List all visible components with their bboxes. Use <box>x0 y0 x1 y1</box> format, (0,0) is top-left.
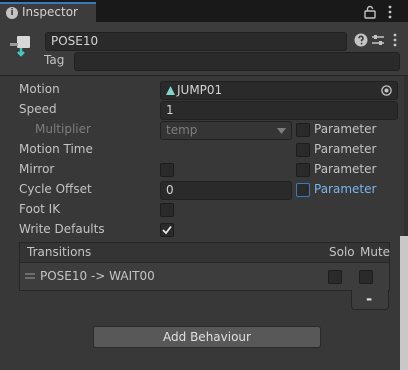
speed-label: Speed <box>19 102 57 116</box>
multiplier-parameter-label: Parameter <box>314 122 377 136</box>
foot-ik-label: Foot IK <box>19 202 61 216</box>
cycle-offset-label: Cycle Offset <box>19 182 92 196</box>
tag-field[interactable] <box>74 52 400 71</box>
state-name-field[interactable]: POSE10 <box>45 32 347 51</box>
kebab-menu-icon[interactable] <box>391 33 399 47</box>
mute-checkbox[interactable] <box>359 270 373 284</box>
transitions-list: POSE10 -> WAIT00 <box>19 262 390 291</box>
write-defaults-label: Write Defaults <box>19 222 105 236</box>
cycle-offset-field[interactable]: 0 <box>160 181 292 200</box>
foot-ik-checkbox[interactable] <box>160 203 174 217</box>
minus-icon: - <box>366 290 373 308</box>
transitions-header: Transitions Solo Mute <box>19 242 390 262</box>
multiplier-dropdown[interactable]: temp <box>160 121 292 140</box>
speed-field[interactable]: 1 <box>160 101 398 120</box>
cycle-offset-parameter-label: Parameter <box>314 182 377 196</box>
motion-time-parameter-checkbox[interactable] <box>296 143 310 157</box>
multiplier-label: Multiplier <box>35 122 91 136</box>
list-item[interactable]: POSE10 -> WAIT00 <box>20 263 389 290</box>
presets-icon[interactable] <box>371 33 385 47</box>
inspector-tab[interactable]: i Inspector <box>0 2 96 22</box>
motion-time-parameter-label: Parameter <box>314 142 377 156</box>
lock-icon[interactable] <box>364 5 376 19</box>
motion-value: JUMP01 <box>177 83 223 97</box>
mirror-parameter-label: Parameter <box>314 162 377 176</box>
checkmark-icon <box>162 225 172 235</box>
write-defaults-checkbox[interactable] <box>160 223 174 237</box>
transition-label: POSE10 -> WAIT00 <box>40 269 155 283</box>
add-behaviour-button[interactable]: Add Behaviour <box>93 326 321 348</box>
kebab-menu-icon[interactable] <box>385 5 395 19</box>
remove-transition-button[interactable]: - <box>351 290 389 310</box>
mirror-label: Mirror <box>19 162 55 176</box>
drag-handle-icon[interactable] <box>25 273 35 279</box>
multiplier-value: temp <box>166 123 198 137</box>
info-icon: i <box>6 7 18 19</box>
mirror-checkbox[interactable] <box>160 163 174 177</box>
cycle-offset-parameter-checkbox[interactable] <box>296 183 310 197</box>
mute-column-label: Mute <box>360 245 391 259</box>
solo-column-label: Solo <box>329 245 355 259</box>
chevron-down-icon <box>277 128 286 134</box>
inspector-header: POSE10 Tag <box>0 22 408 76</box>
motion-label: Motion <box>19 82 60 96</box>
mirror-parameter-checkbox[interactable] <box>296 163 310 177</box>
solo-checkbox[interactable] <box>328 270 342 284</box>
tab-title: Inspector <box>22 5 78 19</box>
animator-state-icon <box>10 36 30 57</box>
motion-field[interactable]: JUMP01 <box>160 81 398 100</box>
animation-clip-icon <box>166 86 175 95</box>
tag-label: Tag <box>44 53 65 67</box>
object-picker-icon[interactable] <box>381 85 392 96</box>
multiplier-parameter-checkbox[interactable] <box>296 123 310 137</box>
transitions-title: Transitions <box>27 245 92 259</box>
background-window-edge <box>400 236 408 370</box>
motion-time-label: Motion Time <box>19 142 93 156</box>
help-icon[interactable] <box>354 33 368 47</box>
